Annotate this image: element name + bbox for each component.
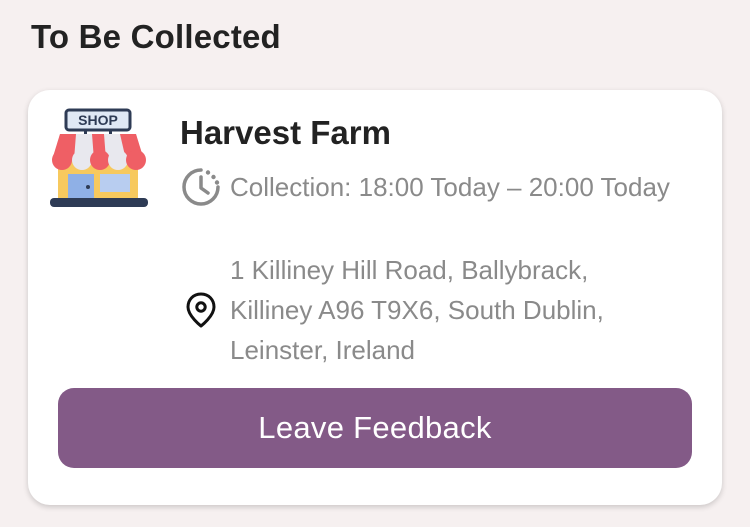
collection-time: Collection: 18:00 Today – 20:00 Today [230, 172, 670, 202]
shop-sign-text: SHOP [78, 112, 118, 128]
order-card: SHOP Harvest Farm Collection: 18:00 Toda… [28, 90, 722, 505]
address-text: 1 Killiney Hill Road, Ballybrack, Killin… [230, 255, 604, 365]
clock-timer-icon [182, 168, 220, 206]
collection-row: Collection: 18:00 Today – 20:00 Today [180, 166, 670, 208]
leave-feedback-button[interactable]: Leave Feedback [58, 388, 692, 468]
shop-icon: SHOP [50, 108, 148, 207]
address-row: 1 Killiney Hill Road, Ballybrack, Killin… [180, 250, 670, 370]
section-title: To Be Collected [31, 18, 281, 55]
location-pin-icon [186, 292, 216, 328]
store-name: Harvest Farm [180, 114, 391, 151]
